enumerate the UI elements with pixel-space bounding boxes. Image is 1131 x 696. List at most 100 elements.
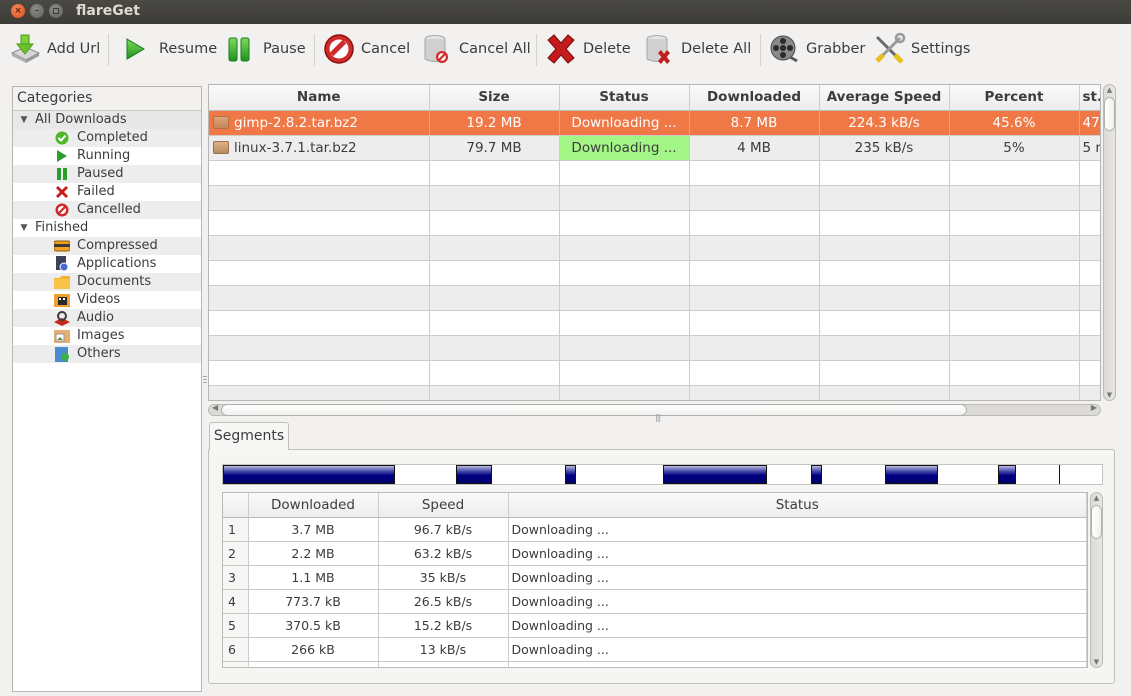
- segment-progress-block: [223, 465, 395, 484]
- add-url-button[interactable]: Add Url: [8, 30, 100, 68]
- segment-downloaded: 2.2 MB: [248, 541, 379, 566]
- segment-index: 4: [223, 589, 249, 614]
- segment-status: Downloading ...: [508, 517, 1087, 542]
- delete-button[interactable]: Delete: [544, 30, 631, 68]
- segment-speed: 26.5 kB/s: [378, 589, 509, 614]
- category-others[interactable]: Others: [13, 345, 201, 363]
- cancel-all-button[interactable]: Cancel All: [420, 30, 531, 68]
- pause-icon: [53, 166, 71, 182]
- segment-row[interactable]: 4 773.7 kB 26.5 kB/s Downloading ...: [223, 589, 1087, 614]
- tab-segments[interactable]: Segments: [209, 422, 289, 450]
- scroll-down-arrow-icon[interactable]: ▼: [1104, 391, 1115, 399]
- column-header-status[interactable]: Status: [508, 493, 1087, 518]
- segment-speed: 13 kB/s: [378, 637, 509, 662]
- category-failed[interactable]: Failed: [13, 183, 201, 201]
- column-header-size[interactable]: Size: [429, 85, 560, 111]
- video-icon: [53, 292, 71, 308]
- window-close-button[interactable]: ×: [11, 4, 25, 18]
- expand-arrow-icon[interactable]: ▼: [13, 111, 35, 129]
- scrollbar-thumb[interactable]: [1104, 97, 1115, 131]
- column-header-index: [223, 493, 249, 518]
- scroll-right-arrow-icon[interactable]: ▶: [1091, 403, 1097, 412]
- download-name: gimp-2.8.2.tar.bz2: [234, 114, 358, 131]
- empty-row: [209, 360, 1100, 386]
- delete-all-label: Delete All: [681, 41, 752, 57]
- scroll-left-arrow-icon[interactable]: ◀: [212, 403, 218, 412]
- column-header-downloaded[interactable]: Downloaded: [689, 85, 820, 111]
- segment-progress-block: [998, 465, 1016, 484]
- column-header-name[interactable]: Name: [209, 85, 430, 111]
- download-percent: 45.6%: [949, 110, 1080, 136]
- segment-status: Downloading ...: [508, 613, 1087, 638]
- resume-label: Resume: [159, 41, 218, 57]
- segment-row[interactable]: 3 1.1 MB 35 kB/s Downloading ...: [223, 565, 1087, 590]
- column-header-percent[interactable]: Percent: [949, 85, 1080, 111]
- download-percent: 5%: [949, 135, 1080, 161]
- column-header-downloaded[interactable]: Downloaded: [248, 493, 379, 518]
- segment-downloaded: 266 kB: [248, 637, 379, 662]
- segment-status: Downloading ...: [508, 637, 1087, 662]
- cancel-button[interactable]: Cancel: [322, 30, 410, 68]
- scroll-up-arrow-icon[interactable]: ▲: [1104, 86, 1115, 94]
- column-header-average-speed[interactable]: Average Speed: [819, 85, 950, 111]
- segment-row[interactable]: 2 2.2 MB 63.2 kB/s Downloading ...: [223, 541, 1087, 566]
- minimize-icon: –: [34, 6, 40, 16]
- scroll-up-arrow-icon[interactable]: ▲: [1091, 494, 1102, 502]
- scroll-down-arrow-icon[interactable]: ▼: [1091, 658, 1102, 666]
- download-row[interactable]: gimp-2.8.2.tar.bz2 19.2 MB Downloading .…: [209, 110, 1100, 136]
- category-completed[interactable]: Completed: [13, 129, 201, 147]
- segment-index: 5: [223, 613, 249, 638]
- add-url-icon: [8, 32, 42, 66]
- download-status: Downloading ...: [559, 110, 690, 136]
- scrollbar-thumb[interactable]: [221, 404, 967, 416]
- category-all-downloads[interactable]: ▼ All Downloads: [13, 111, 201, 129]
- toolbar-separator: [108, 34, 109, 66]
- play-icon: [118, 32, 152, 66]
- resume-button[interactable]: Resume: [118, 30, 217, 68]
- segment-index: 3: [223, 565, 249, 590]
- category-cancelled[interactable]: Cancelled: [13, 201, 201, 219]
- pause-button[interactable]: Pause: [222, 30, 306, 68]
- window-title: flareGet: [76, 3, 140, 19]
- panel-splitter-handle[interactable]: |||: [655, 413, 661, 422]
- category-finished[interactable]: ▼ Finished: [13, 219, 201, 237]
- category-compressed[interactable]: Compressed: [13, 237, 201, 255]
- others-icon: [53, 346, 71, 362]
- column-header-truncated[interactable]: st.: [1079, 85, 1100, 111]
- category-running[interactable]: Running: [13, 147, 201, 165]
- downloads-table: Name Size Status Downloaded Average Spee…: [208, 84, 1101, 401]
- category-images[interactable]: Images: [13, 327, 201, 345]
- grabber-button[interactable]: Grabber: [767, 30, 865, 68]
- sidebar-splitter-handle[interactable]: [203, 374, 207, 386]
- close-icon: ×: [14, 6, 22, 16]
- segment-speed: 15.2 kB/s: [378, 613, 509, 638]
- segments-vertical-scrollbar[interactable]: ▲ ▼: [1090, 492, 1103, 668]
- download-status: Downloading ...: [559, 135, 690, 161]
- segment-row[interactable]: 5 370.5 kB 15.2 kB/s Downloading ...: [223, 613, 1087, 638]
- column-header-speed[interactable]: Speed: [378, 493, 509, 518]
- category-label: Compressed: [77, 238, 158, 253]
- grabber-label: Grabber: [806, 41, 866, 57]
- category-label: Others: [77, 346, 121, 361]
- download-extra: 47: [1079, 110, 1100, 136]
- expand-arrow-icon[interactable]: ▼: [13, 219, 35, 237]
- window-maximize-button[interactable]: [49, 4, 63, 18]
- download-name-cell: linux-3.7.1.tar.bz2: [209, 135, 430, 161]
- category-paused[interactable]: Paused: [13, 165, 201, 183]
- category-videos[interactable]: Videos: [13, 291, 201, 309]
- segment-row[interactable]: 6 266 kB 13 kB/s Downloading ...: [223, 637, 1087, 662]
- category-applications[interactable]: Applications: [13, 255, 201, 273]
- window-minimize-button[interactable]: –: [30, 4, 44, 18]
- column-header-status[interactable]: Status: [559, 85, 690, 111]
- settings-button[interactable]: Settings: [872, 30, 970, 68]
- pause-label: Pause: [263, 41, 306, 57]
- category-audio[interactable]: Audio: [13, 309, 201, 327]
- segment-row[interactable]: 1 3.7 MB 96.7 kB/s Downloading ...: [223, 517, 1087, 542]
- category-documents[interactable]: Documents: [13, 273, 201, 291]
- scrollbar-thumb[interactable]: [1091, 505, 1102, 539]
- download-row[interactable]: linux-3.7.1.tar.bz2 79.7 MB Downloading …: [209, 135, 1100, 161]
- category-label: Videos: [77, 292, 121, 307]
- segment-status: Downloading ...: [508, 541, 1087, 566]
- downloads-vertical-scrollbar[interactable]: ▲ ▼: [1103, 84, 1116, 401]
- delete-all-button[interactable]: Delete All: [642, 30, 751, 68]
